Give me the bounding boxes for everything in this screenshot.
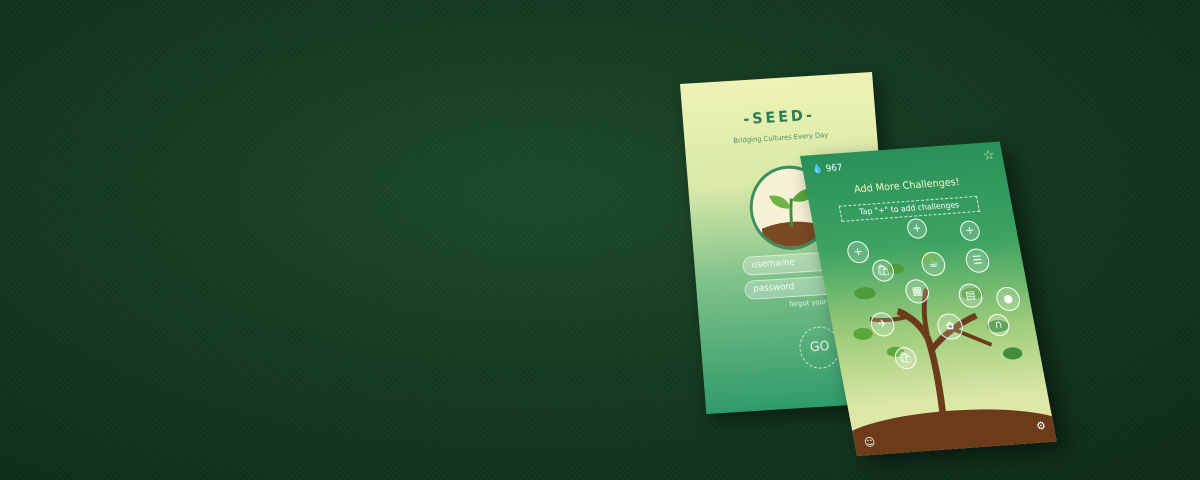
drop-count: 967 [825,163,844,175]
user-icon[interactable]: ☺ [863,435,876,449]
app-title: -SEED- [742,105,816,129]
add-challenges-title: Add More Challenges! [853,176,961,196]
star-icon[interactable]: ☆ [982,148,996,164]
drop-counter: 💧 967 [812,163,844,175]
tagline: Bridging Cultures Every Day [733,131,829,145]
water-drop-icon: 💧 [811,164,825,176]
